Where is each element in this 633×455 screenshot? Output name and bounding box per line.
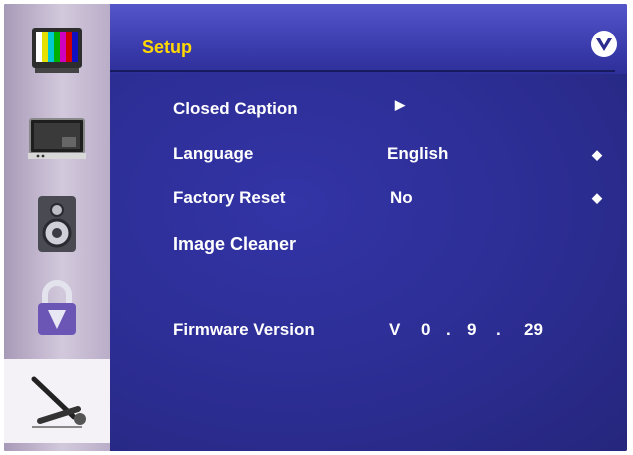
setup-osd-window: Setup Closed Caption ▶ Language English … [4,4,627,451]
wrench-screwdriver-icon [31,376,86,428]
sidebar-item-audio[interactable] [4,182,110,266]
header-bar: Setup [110,4,627,74]
header-divider [110,70,615,72]
image-cleaner-label[interactable]: Image Cleaner [173,234,296,255]
speaker-icon [38,196,76,252]
lock-icon [38,280,76,335]
monitor-icon [28,118,86,159]
sidebar-item-setup[interactable] [4,359,110,443]
language-adjust-icon[interactable]: ◆ [592,147,602,163]
firmware-version-label: Firmware Version [173,320,315,339]
firmware-version-part: . [446,320,451,339]
sidebar-item-picture[interactable] [4,8,110,92]
picture-tv-icon [32,28,82,73]
sidebar [4,4,110,451]
v-logo-icon [591,31,617,57]
firmware-version-part: 29 [524,320,543,339]
main-panel: Setup Closed Caption ▶ Language English … [110,4,627,451]
sidebar-item-lock[interactable] [4,266,110,350]
factory-reset-value[interactable]: No [390,188,413,208]
language-label[interactable]: Language [173,144,253,164]
sidebar-item-display[interactable] [4,97,110,181]
factory-reset-label[interactable]: Factory Reset [173,188,285,208]
page-title: Setup [142,37,193,57]
closed-caption-label[interactable]: Closed Caption [173,99,298,119]
firmware-version-part: . [496,320,501,339]
language-value[interactable]: English [387,144,448,164]
firmware-version-part: 9 [467,320,477,339]
closed-caption-arrow-icon[interactable]: ▶ [395,97,405,113]
firmware-version-part: V [389,320,401,339]
firmware-version-part: 0 [421,320,431,339]
factory-reset-adjust-icon[interactable]: ◆ [592,190,602,206]
